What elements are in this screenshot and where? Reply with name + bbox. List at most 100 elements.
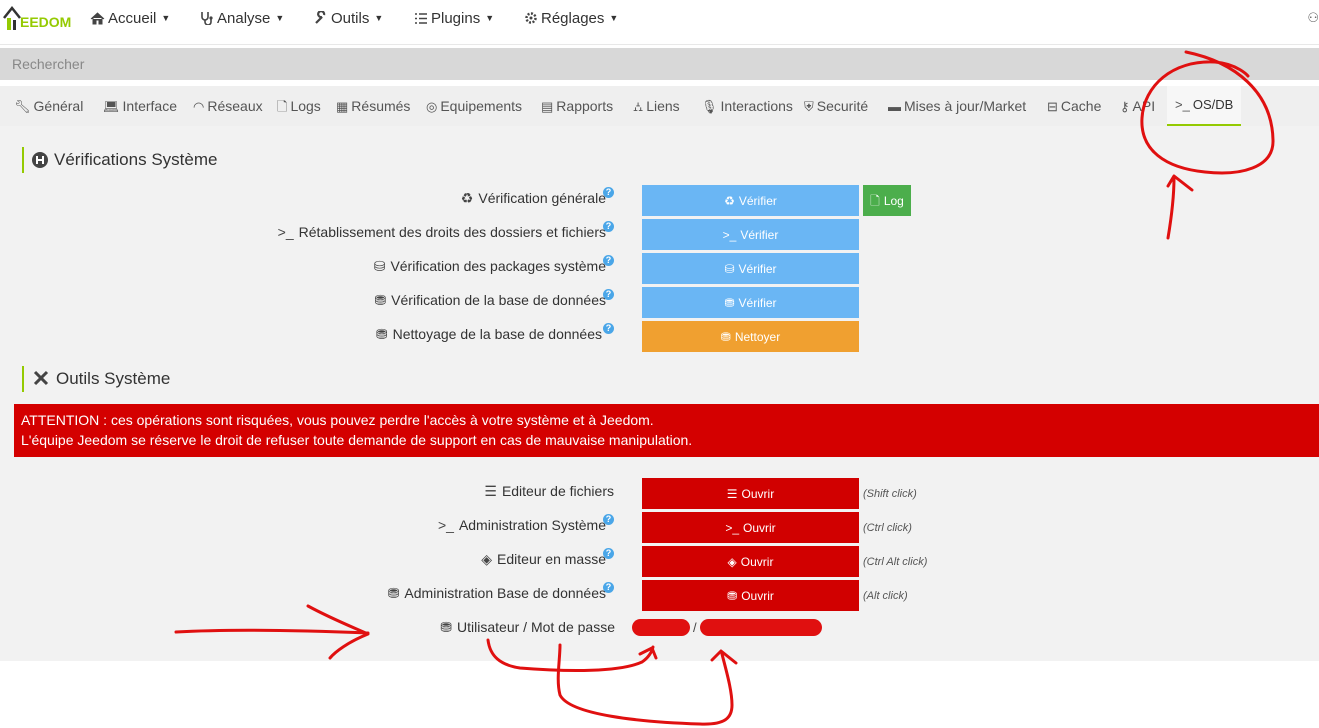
warning-alert: ATTENTION : ces opérations sont risquées… [14, 404, 1319, 457]
shield-icon: ⛨ [804, 99, 814, 114]
help-icon[interactable]: ? [603, 187, 614, 198]
help-icon[interactable]: ? [603, 548, 614, 559]
row-label-admin-systeme: >_ Administration Système [437, 517, 606, 533]
fill-drip-icon: ◈ [727, 555, 737, 569]
file-icon: 🗋 [870, 194, 880, 208]
chevron-down-icon: ▼ [609, 13, 619, 23]
recycle-icon: ♻ [724, 194, 735, 208]
tab-logs[interactable]: 🗋 Logs [277, 86, 321, 126]
file-icon: 🗋 [277, 99, 288, 114]
menu-accueil[interactable]: Accueil ▼ [90, 10, 170, 27]
fill-drip-icon: ◈ [481, 551, 493, 567]
indent-icon: ☰ [726, 487, 738, 501]
terminal-icon: >_ [1175, 97, 1190, 112]
row-label-nettoyage: ⛃ Nettoyage de la base de données [375, 326, 602, 342]
shortcut-hint: (Ctrl Alt click) [863, 556, 928, 568]
row-label-admin-base: ⛃ Administration Base de données [387, 585, 606, 601]
tab-general[interactable]: 🔧︎ Général [14, 86, 83, 126]
hospital-icon [32, 152, 48, 168]
database-icon: ⛃ [720, 330, 731, 344]
tab-reseaux[interactable]: ◠ Réseaux [193, 86, 263, 126]
verifier-base-button[interactable]: ⛃ Vérifier [642, 287, 859, 318]
tab-liens[interactable]: ⛼ Liens [633, 86, 680, 126]
section-title-outils: Outils Système [22, 366, 170, 392]
tab-api[interactable]: ⚷ API [1120, 86, 1155, 126]
house-logo-icon [3, 5, 21, 30]
shortcut-hint: (Shift click) [863, 488, 917, 500]
help-icon[interactable]: ? [603, 221, 614, 232]
menu-plugins[interactable]: Plugins ▼ [414, 10, 494, 27]
help-icon[interactable]: ? [603, 289, 614, 300]
indent-icon: ☰ [484, 483, 497, 499]
circle-icon: ◎ [426, 99, 438, 114]
terminal-icon: >_ [277, 224, 294, 240]
help-icon[interactable]: ? [603, 582, 614, 593]
chevron-down-icon: ▼ [485, 13, 495, 23]
editeur-fichiers-button[interactable]: ☰ Ouvrir [642, 478, 859, 509]
redacted-password [700, 619, 822, 636]
sitemap-icon: ⛼ [633, 99, 644, 114]
nettoyer-button[interactable]: ⛃ Nettoyer [642, 321, 859, 352]
hdd-icon: ⊟ [1047, 99, 1058, 114]
search-input[interactable] [0, 48, 1300, 80]
top-navbar: EEDOM Accueil ▼ Analyse ▼ Outils ▼ Plugins ▼… [0, 0, 1319, 45]
stethoscope-icon [201, 12, 213, 26]
redacted-username [632, 619, 690, 636]
tab-rapports[interactable]: ▤ Rapports [541, 86, 613, 126]
admin-base-button[interactable]: ⛃ Ouvrir [642, 580, 859, 611]
menu-reglages[interactable]: Réglages ▼ [524, 10, 618, 27]
terminal-icon: >_ [725, 521, 739, 535]
tab-equipements[interactable]: ◎ Equipements [426, 86, 522, 126]
key-icon: ⚷ [1120, 99, 1130, 114]
database-icon: ⛃ [724, 296, 735, 310]
verifier-general-button[interactable]: ♻ Vérifier [642, 185, 859, 216]
log-button[interactable]: 🗋 Log [863, 185, 911, 216]
section-title-verifications: Vérifications Système [22, 147, 217, 173]
jeedom-logo[interactable]: EEDOM [2, 2, 72, 32]
row-label-packages: ⛁ Vérification des packages système [373, 258, 606, 274]
tab-interactions[interactable]: 🎙︎ Interactions [701, 86, 793, 126]
tab-mises-a-jour[interactable]: ▬ Mises à jour/Market [888, 86, 1026, 126]
menu-outils[interactable]: Outils ▼ [314, 10, 383, 27]
shortcut-hint: (Ctrl click) [863, 522, 912, 534]
tab-resumes[interactable]: ▦ Résumés [336, 86, 410, 126]
admin-systeme-button[interactable]: >_ Ouvrir [642, 512, 859, 543]
row-label-droits: >_ Rétablissement des droits des dossiers… [277, 224, 606, 240]
tab-os-db[interactable]: >_ OS/DB [1167, 86, 1242, 126]
help-icon[interactable]: ? [603, 255, 614, 266]
help-icon[interactable]: ? [603, 323, 614, 334]
row-label-credentials: ⛃ Utilisateur / Mot de passe [440, 619, 615, 635]
user-menu-icon[interactable]: ⚇ [1307, 10, 1319, 26]
credentials-separator: / [693, 620, 697, 635]
row-label-base-donnees: ⛃ Vérification de la base de données [374, 292, 606, 308]
verifier-droits-button[interactable]: >_ Vérifier [642, 219, 859, 250]
search-bar [0, 48, 1319, 80]
row-label-verification-generale: ♻ Vérification générale [460, 190, 606, 206]
help-icon[interactable]: ? [603, 514, 614, 525]
tools-icon [33, 370, 49, 386]
menu-analyse[interactable]: Analyse ▼ [200, 10, 284, 27]
microphone-icon: 🎙︎ [701, 99, 718, 114]
row-label-editeur-masse: ◈ Editeur en masse [481, 551, 606, 567]
rss-icon: ◠ [193, 99, 205, 114]
wrench-icon: 🔧︎ [14, 99, 31, 114]
tasks-icon [415, 13, 427, 24]
tab-securite[interactable]: ⛨ Securité [804, 86, 868, 126]
tab-interface[interactable]: 💻︎ Interface [103, 86, 177, 126]
recycle-icon: ♻ [460, 190, 474, 206]
terminal-icon: >_ [437, 517, 454, 533]
row-label-editeur-fichiers: ☰ Editeur de fichiers [484, 483, 614, 499]
verifier-packages-button[interactable]: ⛁ Vérifier [642, 253, 859, 284]
editeur-masse-button[interactable]: ◈ Ouvrir [642, 546, 859, 577]
terminal-icon: >_ [722, 228, 737, 242]
server-icon: ▬ [888, 99, 901, 114]
database-icon: ⛃ [440, 619, 453, 635]
tab-cache[interactable]: ⊟ Cache [1047, 86, 1101, 126]
settings-tabs: 🔧︎ Général 💻︎ Interface ◠ Réseaux 🗋 Logs ▦ Ré… [0, 86, 1319, 126]
wrench-icon [315, 10, 326, 24]
chevron-down-icon: ▼ [374, 13, 384, 23]
home-icon [90, 12, 105, 25]
newspaper-icon: ▤ [541, 99, 554, 114]
os-db-panel: Vérifications Système ♻ Vérification géné… [0, 126, 1319, 661]
cogs-icon [525, 12, 537, 24]
